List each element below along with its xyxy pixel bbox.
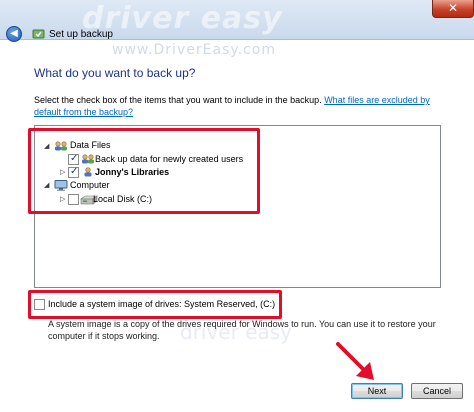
back-button[interactable]: ◀ — [6, 26, 22, 42]
page-heading: What do you want to back up? — [34, 66, 196, 80]
window-title: Set up backup — [49, 29, 113, 40]
next-button[interactable]: Next — [351, 383, 403, 399]
cancel-button[interactable]: Cancel — [411, 383, 463, 399]
instructions-label: Select the check box of the items that y… — [34, 95, 322, 105]
system-image-checkbox[interactable] — [34, 299, 45, 310]
instructions-text: Select the check box of the items that y… — [34, 94, 439, 118]
title-bar: driver easy ◀ Set up backup ✕ — [0, 0, 474, 42]
system-image-label[interactable]: Include a system image of drives: System… — [48, 298, 275, 311]
system-image-description: A system image is a copy of the drives r… — [48, 319, 436, 341]
watermark-url: www.DriverEasy.com — [112, 42, 276, 58]
arrow-annotation-icon — [336, 342, 374, 380]
items-highlight — [28, 128, 260, 214]
backup-icon — [32, 29, 45, 39]
close-button[interactable]: ✕ — [432, 0, 474, 18]
